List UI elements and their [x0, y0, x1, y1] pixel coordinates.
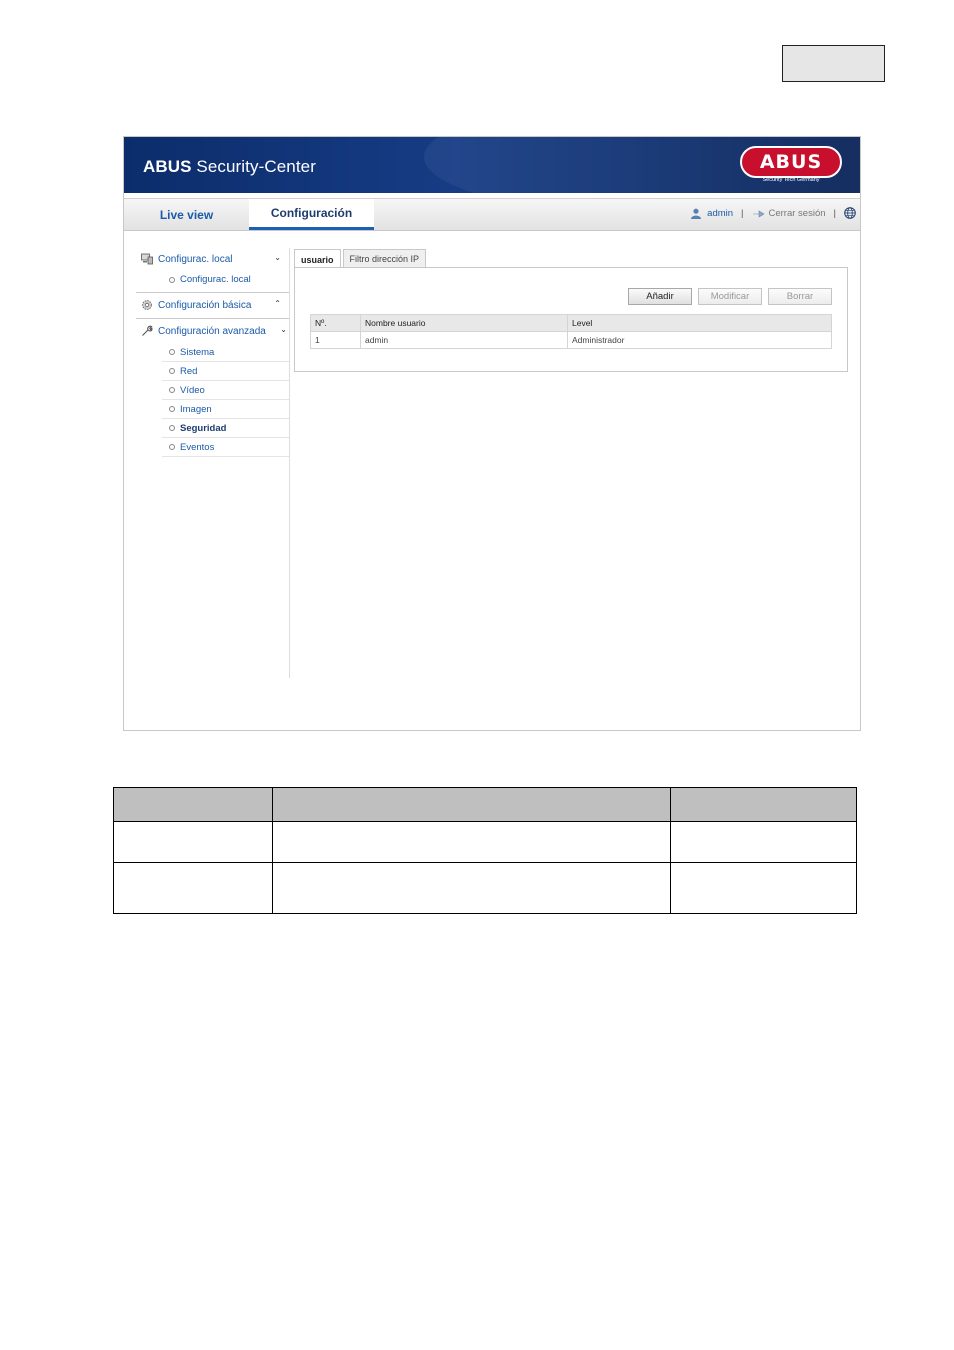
divider	[136, 318, 289, 319]
separator: |	[741, 207, 744, 219]
sidebar-item-network[interactable]: Red	[162, 362, 289, 381]
abus-logo: ABUS	[740, 146, 842, 178]
doc-header-cell	[272, 787, 671, 822]
app-title: ABUS Security-Center	[143, 157, 316, 176]
logout-icon	[752, 209, 765, 218]
doc-cell	[272, 862, 671, 914]
document-table-header	[113, 787, 857, 822]
top-nav: Live view Configuración admin | Cerrar s…	[124, 198, 860, 231]
modify-button[interactable]: Modificar	[698, 288, 762, 305]
sidebar-item-events[interactable]: Eventos	[162, 438, 289, 457]
sidebar-item-system[interactable]: Sistema	[162, 343, 289, 362]
chevron-down-icon: ⌄	[280, 325, 287, 334]
sidebar-basic-label: Configuración básica	[158, 299, 252, 311]
logout-link[interactable]: Cerrar sesión	[769, 208, 826, 219]
user-table: Nº. Nombre usuario Level 1 admin Adminis…	[310, 314, 832, 349]
delete-button[interactable]: Borrar	[768, 288, 832, 305]
bullet-icon	[169, 349, 175, 355]
globe-icon[interactable]	[844, 207, 856, 219]
content-tabs: usuario Filtro dirección IP	[294, 249, 428, 269]
tab-user[interactable]: usuario	[294, 249, 341, 269]
sidebar-advanced-config[interactable]: Configuración avanzada ⌄	[136, 320, 289, 342]
advanced-submenu: Sistema Red Vídeo Imagen Seguridad Event…	[136, 343, 289, 457]
doc-cell	[113, 862, 273, 914]
computer-icon	[141, 253, 153, 265]
cell-level: Administrador	[567, 331, 832, 349]
bullet-icon	[169, 276, 175, 283]
sidebar-item-image[interactable]: Imagen	[162, 400, 289, 419]
wrench-icon	[142, 325, 153, 336]
page-corner-box	[782, 45, 885, 82]
bullet-icon	[169, 368, 175, 374]
column-header-number: Nº.	[310, 314, 361, 332]
separator: |	[833, 207, 836, 219]
table-row[interactable]: 1 admin Administrador	[310, 331, 832, 349]
doc-cell	[670, 862, 857, 914]
logo-subtitle: Security Tech Germany	[762, 177, 820, 183]
sidebar-local-label: Configurac. local	[158, 253, 233, 265]
add-button[interactable]: Añadir	[628, 288, 692, 305]
sidebar-local-config[interactable]: Configurac. local ⌄	[136, 248, 289, 270]
user-panel: Añadir Modificar Borrar Nº. Nombre usuar…	[294, 267, 848, 372]
user-icon	[691, 208, 702, 219]
table-row	[113, 862, 857, 914]
sidebar-item-video[interactable]: Vídeo	[162, 381, 289, 400]
cell-number: 1	[310, 331, 361, 349]
bullet-icon	[169, 406, 175, 412]
divider	[136, 292, 289, 293]
doc-cell	[113, 821, 273, 863]
sidebar: Configurac. local ⌄ Configurac. local Co…	[136, 248, 289, 457]
tab-configuration[interactable]: Configuración	[249, 199, 374, 230]
gear-icon	[142, 300, 152, 310]
user-name-link[interactable]: admin	[707, 208, 733, 219]
tab-ip-filter[interactable]: Filtro dirección IP	[342, 249, 427, 268]
table-header-row: Nº. Nombre usuario Level	[310, 314, 832, 332]
bullet-icon	[169, 425, 175, 431]
sidebar-advanced-label: Configuración avanzada	[158, 325, 266, 337]
doc-header-cell	[113, 787, 273, 822]
tab-live-view[interactable]: Live view	[124, 199, 249, 230]
sidebar-divider	[289, 248, 290, 678]
doc-cell	[272, 821, 671, 863]
chevron-up-icon: ⌃	[274, 299, 281, 308]
sidebar-basic-config[interactable]: Configuración básica ⌃	[136, 294, 289, 316]
cell-username: admin	[360, 331, 568, 349]
bullet-icon	[169, 444, 175, 450]
table-row	[113, 821, 857, 863]
column-header-level: Level	[567, 314, 832, 332]
doc-cell	[670, 821, 857, 863]
sidebar-item-security[interactable]: Seguridad	[162, 419, 289, 438]
user-area: admin | Cerrar sesión |	[690, 207, 856, 219]
app-window: ABUS Security-Center ABUS Security Tech …	[123, 136, 861, 731]
column-header-username: Nombre usuario	[360, 314, 568, 332]
doc-header-cell	[670, 787, 857, 822]
sidebar-item-local-config[interactable]: Configurac. local	[136, 270, 289, 289]
header-banner: ABUS Security-Center ABUS Security Tech …	[124, 137, 860, 193]
chevron-down-icon: ⌄	[274, 253, 281, 262]
bullet-icon	[169, 387, 175, 393]
button-row: Añadir Modificar Borrar	[622, 288, 832, 305]
document-table	[113, 787, 857, 914]
